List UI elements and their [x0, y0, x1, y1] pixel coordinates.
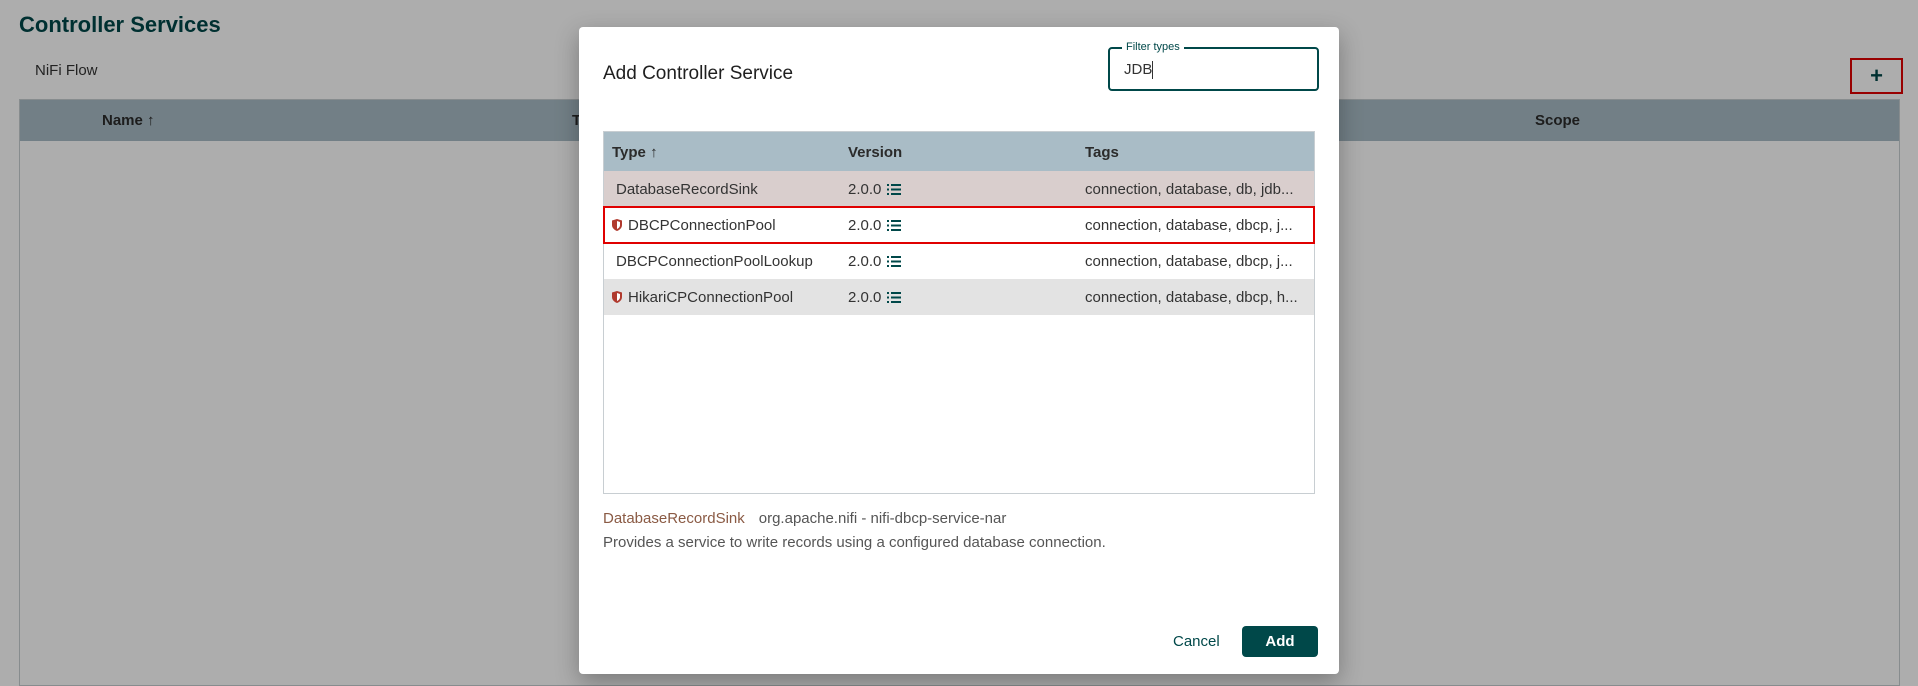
row-type: DBCPConnectionPoolLookup: [616, 253, 813, 270]
table-row[interactable]: DBCPConnectionPoolLookup 2.0.0 connectio…: [604, 243, 1314, 279]
filter-types-field[interactable]: Filter types: [1108, 41, 1319, 91]
list-icon[interactable]: [887, 255, 902, 267]
filter-types-label: Filter types: [1122, 41, 1184, 53]
list-icon[interactable]: [887, 291, 902, 303]
row-type: DBCPConnectionPool: [628, 217, 776, 234]
service-types-table: Type ↑ Version Tags DatabaseRecordSink 2…: [603, 131, 1315, 494]
dialog-title: Add Controller Service: [603, 63, 794, 84]
row-tags: connection, database, dbcp, j...: [1085, 217, 1293, 234]
types-table-header: Type ↑ Version Tags: [604, 132, 1314, 171]
column-version[interactable]: Version: [848, 144, 902, 161]
row-version: 2.0.0: [848, 217, 902, 234]
table-row[interactable]: DBCPConnectionPool 2.0.0 connection, dat…: [603, 206, 1315, 244]
row-type: HikariCPConnectionPool: [628, 289, 794, 306]
row-type: DatabaseRecordSink: [616, 181, 758, 198]
row-tags: connection, database, db, jdb...: [1085, 181, 1294, 198]
add-button[interactable]: Add: [1242, 626, 1318, 657]
selected-type-bundle: org.apache.nifi - nifi-dbcp-service-nar: [758, 510, 1007, 527]
table-row[interactable]: DatabaseRecordSink 2.0.0 connection, dat…: [604, 171, 1314, 207]
restricted-shield-icon: [612, 219, 622, 231]
row-version: 2.0.0: [848, 289, 902, 306]
selected-type-description: Provides a service to write records usin…: [603, 534, 1106, 551]
list-icon[interactable]: [887, 183, 902, 195]
row-tags: connection, database, dbcp, j...: [1085, 253, 1293, 270]
row-tags: connection, database, dbcp, h...: [1085, 289, 1298, 306]
table-row[interactable]: HikariCPConnectionPool 2.0.0 connection,…: [604, 279, 1314, 315]
restricted-shield-icon: [612, 291, 622, 303]
row-version: 2.0.0: [848, 181, 902, 198]
column-tags[interactable]: Tags: [1085, 144, 1119, 161]
list-icon[interactable]: [887, 219, 902, 231]
text-cursor: [1152, 61, 1153, 79]
row-version: 2.0.0: [848, 253, 902, 270]
selected-type-info: DatabaseRecordSink org.apache.nifi - nifi…: [603, 510, 1006, 527]
column-type[interactable]: Type ↑: [612, 144, 658, 161]
cancel-button[interactable]: Cancel: [1165, 626, 1228, 656]
add-controller-service-dialog: Add Controller Service Filter types Type…: [579, 27, 1339, 674]
selected-type-name: DatabaseRecordSink: [603, 510, 745, 527]
